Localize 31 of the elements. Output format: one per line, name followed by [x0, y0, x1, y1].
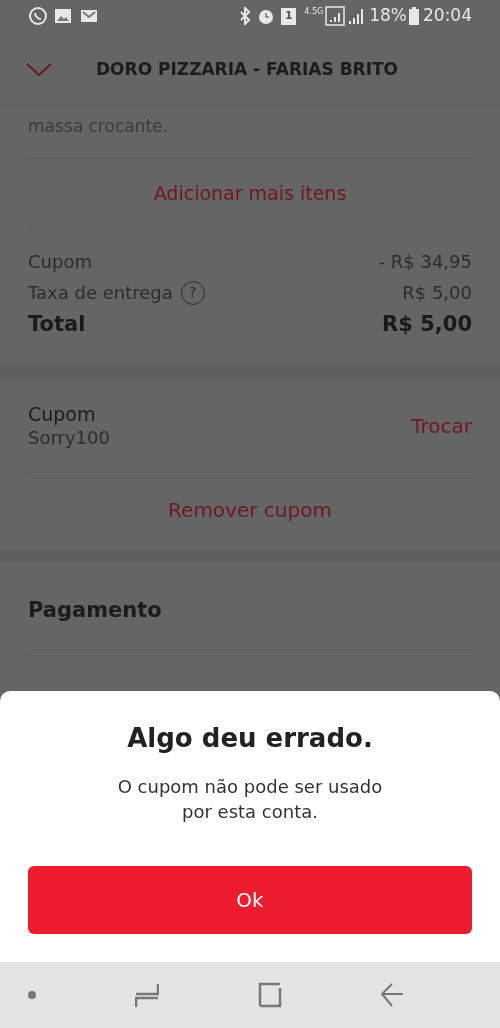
summary-value: R$ 5,00 [402, 281, 472, 305]
summary-label: Cupom [28, 250, 92, 274]
recent-apps-icon[interactable] [135, 982, 160, 1008]
change-coupon-link[interactable]: Trocar [411, 411, 472, 441]
back-icon[interactable] [380, 982, 404, 1008]
summary-label: Taxa de entrega [28, 281, 173, 305]
bluetooth-icon [239, 7, 252, 25]
image-icon [54, 8, 72, 24]
summary-value: - R$ 34,95 [378, 250, 472, 274]
battery-percent: 18% [369, 4, 407, 28]
ok-button[interactable]: Ok [28, 866, 472, 934]
signal-icon [325, 6, 366, 26]
restaurant-title: DORO PIZZARIA - FARIAS BRITO [96, 57, 399, 81]
alarm-icon [257, 7, 276, 25]
home-icon[interactable] [257, 982, 282, 1008]
battery-icon [409, 7, 419, 25]
clock: 20:04 [423, 4, 472, 28]
chevron-down-icon[interactable] [26, 62, 52, 77]
dialog-message: O cupom não pode ser usado por esta conta. [116, 775, 384, 824]
payment-title: Pagamento [28, 598, 162, 622]
summary-label: Total [28, 311, 86, 339]
sim-indicator: 1 [281, 7, 297, 25]
mail-icon [80, 8, 98, 24]
coupon-title: Cupom [28, 402, 97, 426]
add-more-items-link[interactable]: Adicionar mais itens [153, 178, 347, 207]
dialog-title: Algo deu errado. [127, 722, 373, 755]
remove-coupon-link[interactable]: Remover cupom [168, 495, 332, 525]
summary-value: R$ 5,00 [382, 311, 472, 339]
network-type: 4.5G [304, 6, 324, 18]
dot-icon[interactable] [27, 990, 37, 1000]
coupon-code: Sorry100 [28, 426, 110, 450]
